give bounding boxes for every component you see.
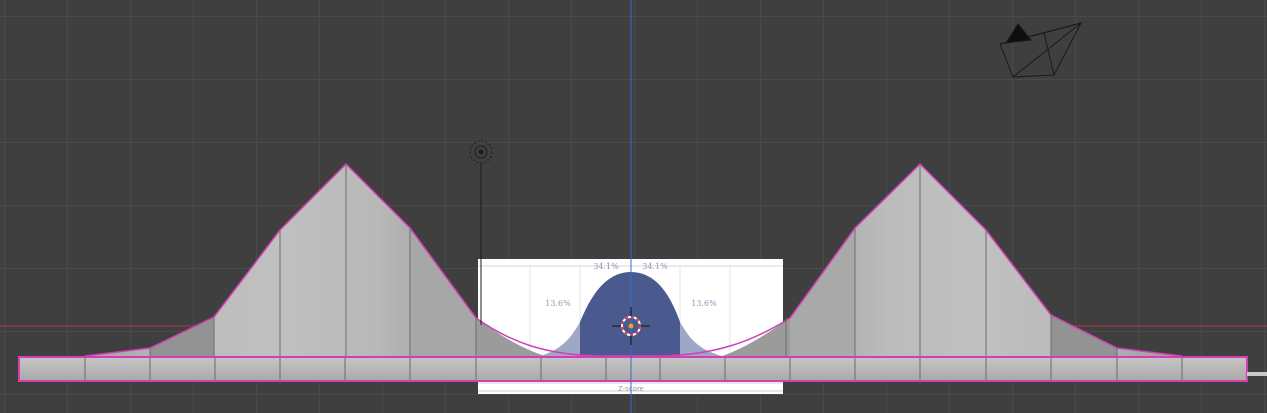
base-bar-mesh[interactable]	[18, 356, 1267, 382]
right-peak-mesh[interactable]	[789, 162, 1183, 357]
camera-icon[interactable]	[999, 22, 1082, 78]
3d-viewport[interactable]: 34.1% 34.1% 13.6% 13.6% Z-score	[0, 0, 1267, 413]
label-center-right: 34.1%	[642, 262, 668, 271]
label-side-right: 13.6%	[691, 299, 717, 308]
label-center-left: 34.1%	[593, 262, 619, 271]
viewport-canvas[interactable]: 34.1% 34.1% 13.6% 13.6% Z-score	[0, 0, 1267, 413]
left-peak-mesh[interactable]	[84, 162, 477, 357]
label-side-left: 13.6%	[545, 299, 571, 308]
